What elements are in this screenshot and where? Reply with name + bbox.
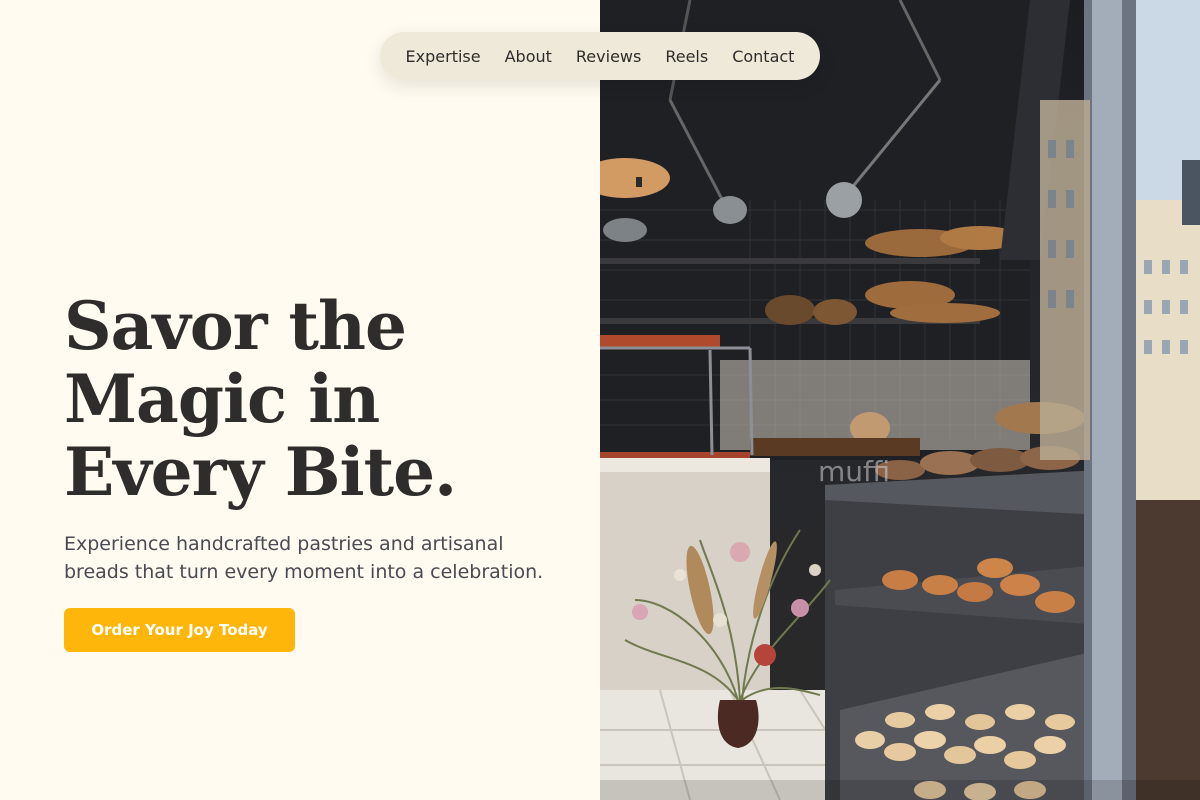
- nav-item-about[interactable]: About: [505, 47, 552, 66]
- top-nav: Expertise About Reviews Reels Contact: [380, 32, 820, 80]
- bakery-illustration: muffi: [600, 0, 1200, 800]
- hero-subtitle: Experience handcrafted pastries and arti…: [64, 533, 544, 583]
- window-lettering: muffi: [818, 455, 890, 488]
- hero-title: Savor the Magic in Every Bite.: [64, 290, 584, 509]
- hero-title-line-3: Every Bite.: [64, 433, 457, 511]
- hero-title-line-2: Magic in: [64, 360, 380, 438]
- hero-title-line-1: Savor the: [64, 287, 407, 365]
- nav-item-contact[interactable]: Contact: [732, 47, 794, 66]
- nav-item-expertise[interactable]: Expertise: [406, 47, 481, 66]
- nav-item-reels[interactable]: Reels: [665, 47, 708, 66]
- order-button[interactable]: Order Your Joy Today: [64, 608, 295, 652]
- nav-item-reviews[interactable]: Reviews: [576, 47, 641, 66]
- bakery-photo: muffi: [600, 0, 1200, 800]
